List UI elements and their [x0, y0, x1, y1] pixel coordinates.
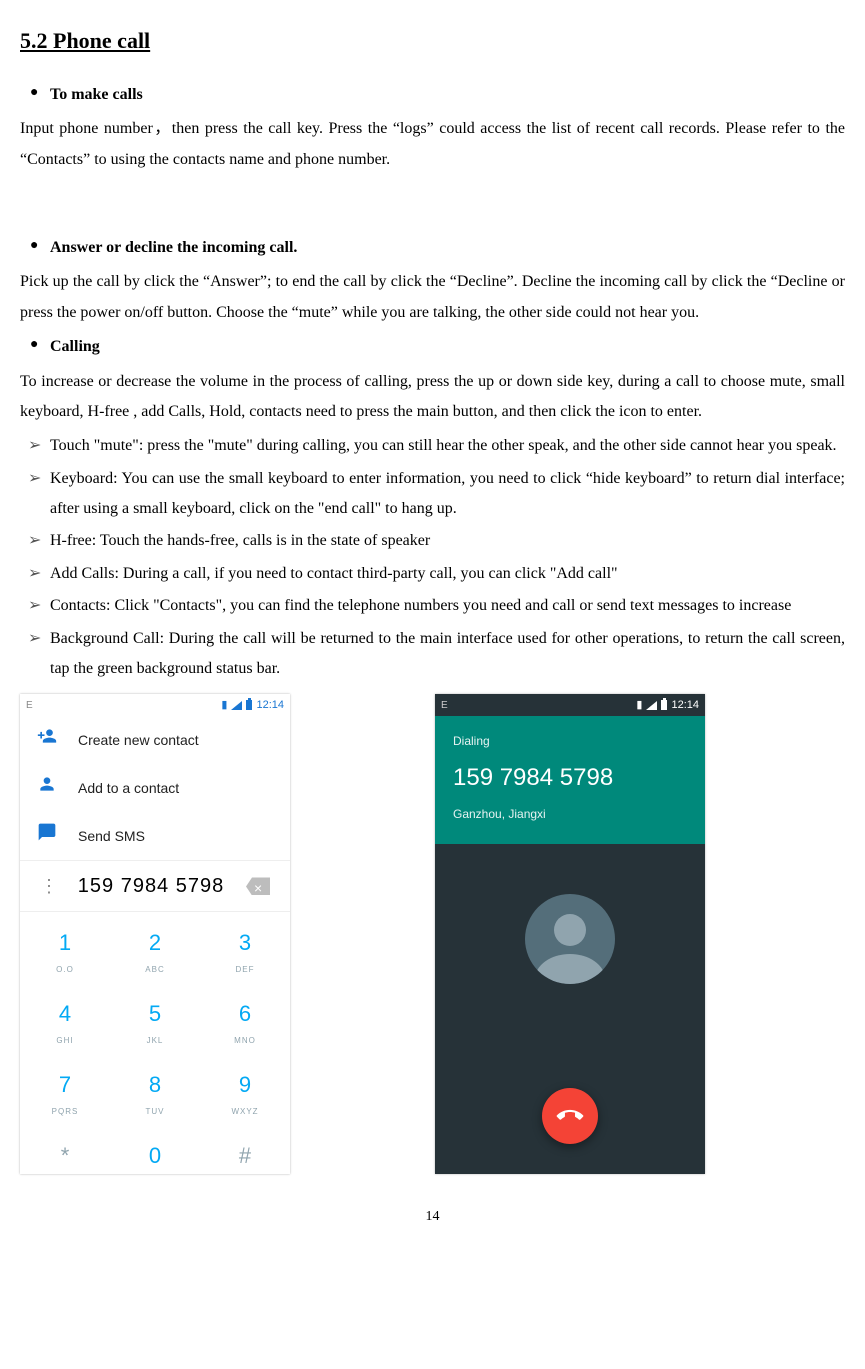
dialing-location: Ganzhou, Jiangxi	[453, 803, 687, 826]
bullet-calling: Calling	[20, 332, 845, 362]
arrow-item: Add Calls: During a call, if you need to…	[20, 559, 845, 589]
arrow-item: H-free: Touch the hands-free, calls is i…	[20, 526, 845, 556]
body-text: Input phone number，then press the call k…	[20, 114, 845, 175]
status-e: E	[441, 696, 448, 715]
key-0[interactable]: 0+	[110, 1125, 200, 1174]
number-row: ⋮ 159 7984 5798	[20, 860, 290, 911]
arrow-list: Touch "mute": press the "mute" during ca…	[20, 431, 845, 684]
avatar	[525, 894, 615, 984]
entered-number: 159 7984 5798	[56, 867, 246, 905]
add-contact-row[interactable]: Add to a contact	[20, 764, 290, 812]
body-text: To increase or decrease the volume in th…	[20, 367, 845, 428]
call-header: Dialing 159 7984 5798 Ganzhou, Jiangxi	[435, 716, 705, 843]
status-bar: E ▮ 12:14	[435, 694, 705, 716]
sms-icon	[36, 822, 58, 851]
page-number: 14	[20, 1204, 845, 1231]
backspace-icon[interactable]	[246, 877, 270, 895]
status-bar: E ▮ 12:14	[20, 694, 290, 716]
battery-icon	[246, 700, 252, 710]
bullet-to-make-calls: To make calls	[20, 80, 845, 110]
arrow-item: Background Call: During the call will be…	[20, 624, 845, 685]
key-4[interactable]: 4GHI	[20, 983, 110, 1054]
send-sms-row[interactable]: Send SMS	[20, 812, 290, 860]
screenshot-dialer: E ▮ 12:14 Create new contact Add to a co…	[20, 694, 290, 1174]
battery-icon	[661, 700, 667, 710]
key-5[interactable]: 5JKL	[110, 983, 200, 1054]
key-3[interactable]: 3DEF	[200, 912, 290, 983]
dialing-number: 159 7984 5798	[453, 755, 687, 801]
key-1[interactable]: 1O.O	[20, 912, 110, 983]
key-7[interactable]: 7PQRS	[20, 1054, 110, 1125]
signal-icon	[646, 701, 657, 710]
status-time: 12:14	[256, 695, 284, 716]
option-label: Create new contact	[78, 727, 199, 754]
option-label: Send SMS	[78, 823, 145, 850]
option-label: Add to a contact	[78, 775, 179, 802]
arrow-item: Touch "mute": press the "mute" during ca…	[20, 431, 845, 461]
section-title: 5.2 Phone call	[20, 20, 845, 62]
signal-icon	[231, 701, 242, 710]
sim-icon: ▮	[221, 695, 227, 716]
add-person-icon	[36, 726, 58, 755]
more-icon[interactable]: ⋮	[40, 869, 56, 903]
status-time: 12:14	[671, 695, 699, 716]
sim-icon: ▮	[636, 695, 642, 716]
person-icon	[36, 774, 58, 803]
status-e: E	[26, 696, 33, 715]
key-8[interactable]: 8TUV	[110, 1054, 200, 1125]
arrow-item: Keyboard: You can use the small keyboard…	[20, 464, 845, 525]
keypad: 1O.O 2ABC 3DEF 4GHI 5JKL 6MNO 7PQRS 8TUV…	[20, 911, 290, 1174]
create-contact-row[interactable]: Create new contact	[20, 716, 290, 764]
end-call-button[interactable]	[542, 1088, 598, 1144]
key-hash[interactable]: #	[200, 1125, 290, 1174]
key-9[interactable]: 9WXYZ	[200, 1054, 290, 1125]
key-6[interactable]: 6MNO	[200, 983, 290, 1054]
screenshot-dialing: E ▮ 12:14 Dialing 159 7984 5798 Ganzhou,…	[435, 694, 705, 1174]
arrow-item: Contacts: Click "Contacts", you can find…	[20, 591, 845, 621]
key-2[interactable]: 2ABC	[110, 912, 200, 983]
dialing-label: Dialing	[453, 730, 687, 753]
body-text: Pick up the call by click the “Answer”; …	[20, 267, 845, 328]
bullet-answer-decline: Answer or decline the incoming call.	[20, 233, 845, 263]
key-star[interactable]: *	[20, 1125, 110, 1174]
